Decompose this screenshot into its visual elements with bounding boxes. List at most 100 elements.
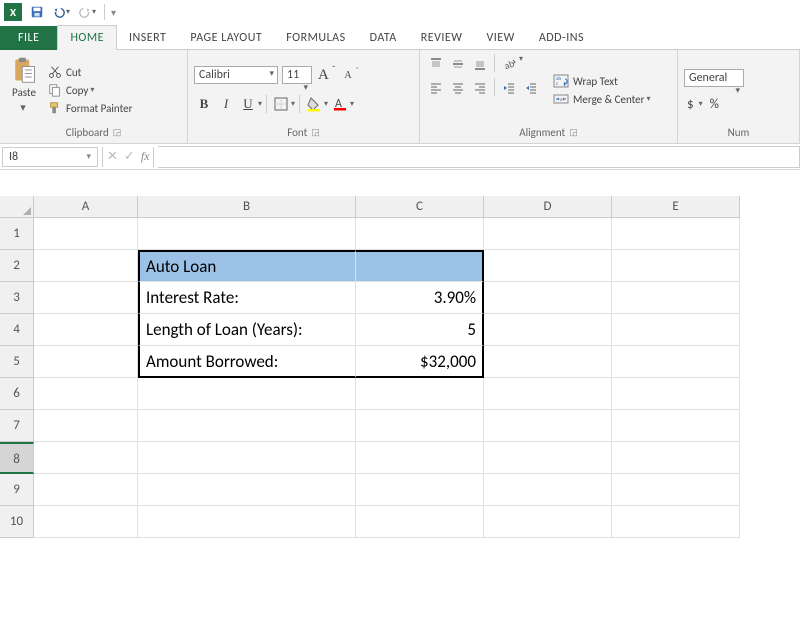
cell-loan-title[interactable]: Auto Loan [138, 250, 356, 282]
borders-button[interactable] [271, 94, 291, 114]
cell[interactable] [484, 346, 612, 378]
align-right-button[interactable] [470, 78, 490, 98]
decrease-indent-button[interactable] [499, 78, 519, 98]
decrease-font-button[interactable]: A [342, 70, 353, 81]
increase-font-button[interactable]: A [316, 67, 331, 84]
font-name-select[interactable]: Calibri [194, 66, 278, 84]
select-all-corner[interactable] [0, 196, 34, 218]
fill-color-button[interactable] [304, 94, 324, 114]
row-header[interactable]: 4 [0, 314, 34, 346]
row-header-selected[interactable]: 8 [0, 442, 34, 474]
cell[interactable] [356, 378, 484, 410]
clipboard-launcher-icon[interactable]: ◲ [113, 127, 122, 138]
name-box[interactable]: I8 ▾ [2, 147, 98, 167]
align-center-button[interactable] [448, 78, 468, 98]
row-header[interactable]: 7 [0, 410, 34, 442]
cell[interactable] [34, 506, 138, 538]
cell[interactable] [484, 506, 612, 538]
fx-label[interactable]: fx [141, 149, 150, 164]
cell[interactable] [138, 218, 356, 250]
copy-button[interactable]: Copy ▾ [48, 83, 132, 97]
row-header[interactable]: 3 [0, 282, 34, 314]
cell[interactable] [484, 282, 612, 314]
row-header[interactable]: 9 [0, 474, 34, 506]
row-header[interactable]: 2 [0, 250, 34, 282]
font-color-button[interactable]: A [330, 94, 350, 114]
tab-data[interactable]: DATA [358, 26, 409, 49]
align-bottom-button[interactable] [470, 54, 490, 74]
row-header[interactable]: 6 [0, 378, 34, 410]
column-header-a[interactable]: A [34, 196, 138, 218]
cell[interactable] [484, 378, 612, 410]
cell[interactable] [612, 442, 740, 474]
tab-add-ins[interactable]: ADD-INS [527, 26, 596, 49]
cell[interactable] [138, 506, 356, 538]
tab-review[interactable]: REVIEW [409, 26, 475, 49]
cell[interactable] [612, 378, 740, 410]
cell[interactable] [34, 218, 138, 250]
percent-button[interactable]: % [707, 97, 722, 112]
redo-dropdown-icon[interactable]: ▾ [92, 7, 96, 17]
enter-formula-button[interactable]: ✓ [124, 149, 135, 164]
format-painter-button[interactable]: Format Painter [48, 101, 132, 115]
row-header[interactable]: 10 [0, 506, 34, 538]
align-middle-button[interactable] [448, 54, 468, 74]
cell-label[interactable]: Interest Rate: [138, 282, 356, 314]
cell-value[interactable]: 3.90% [356, 282, 484, 314]
cell[interactable] [356, 218, 484, 250]
cell[interactable] [612, 474, 740, 506]
bold-button[interactable]: B [194, 94, 214, 114]
cell[interactable] [484, 250, 612, 282]
currency-dropdown-icon[interactable]: ▾ [699, 99, 703, 109]
cell[interactable] [356, 250, 484, 282]
borders-dropdown-icon[interactable]: ▾ [291, 99, 295, 109]
cell-label[interactable]: Length of Loan (Years): [138, 314, 356, 346]
cell[interactable] [34, 282, 138, 314]
cell[interactable] [34, 314, 138, 346]
column-header-b[interactable]: B [138, 196, 356, 218]
cell[interactable] [34, 378, 138, 410]
undo-dropdown-icon[interactable]: ▾ [66, 7, 70, 17]
cell[interactable] [612, 346, 740, 378]
tab-formulas[interactable]: FORMULAS [274, 26, 357, 49]
cell[interactable] [138, 442, 356, 474]
cell[interactable] [356, 506, 484, 538]
font-size-select[interactable]: 11 [282, 66, 312, 84]
italic-button[interactable]: I [216, 94, 236, 114]
underline-dropdown-icon[interactable]: ▾ [258, 99, 262, 109]
wrap-text-button[interactable]: abc Wrap Text [553, 74, 651, 88]
row-header[interactable]: 1 [0, 218, 34, 250]
qat-customize-icon[interactable]: ▾ [111, 6, 116, 19]
cell[interactable] [484, 218, 612, 250]
undo-button[interactable]: ▾ [52, 5, 70, 19]
orientation-button[interactable]: ab [499, 54, 519, 74]
cell-value[interactable]: 5 [356, 314, 484, 346]
alignment-launcher-icon[interactable]: ◲ [569, 127, 578, 138]
cell[interactable] [34, 346, 138, 378]
cell[interactable] [612, 250, 740, 282]
cell[interactable] [34, 442, 138, 474]
cell-label[interactable]: Amount Borrowed: [138, 346, 356, 378]
fill-dropdown-icon[interactable]: ▾ [324, 99, 328, 109]
tab-view[interactable]: VIEW [474, 26, 526, 49]
cell[interactable] [612, 282, 740, 314]
tab-insert[interactable]: INSERT [117, 26, 178, 49]
column-header-c[interactable]: C [356, 196, 484, 218]
formula-input[interactable] [158, 146, 800, 168]
orientation-dropdown-icon[interactable]: ▾ [519, 54, 523, 74]
cell[interactable] [138, 410, 356, 442]
currency-button[interactable]: $ [684, 97, 697, 112]
column-header-e[interactable]: E [612, 196, 740, 218]
cell[interactable] [484, 442, 612, 474]
merge-center-button[interactable]: a Merge & Center ▾ [553, 92, 651, 106]
save-button[interactable] [30, 5, 44, 19]
cut-button[interactable]: Cut [48, 65, 132, 79]
cell[interactable] [356, 410, 484, 442]
increase-indent-button[interactable] [521, 78, 541, 98]
column-header-d[interactable]: D [484, 196, 612, 218]
align-left-button[interactable] [426, 78, 446, 98]
cell[interactable] [612, 410, 740, 442]
cell[interactable] [34, 474, 138, 506]
redo-button[interactable]: ▾ [78, 5, 96, 19]
cell[interactable] [484, 474, 612, 506]
